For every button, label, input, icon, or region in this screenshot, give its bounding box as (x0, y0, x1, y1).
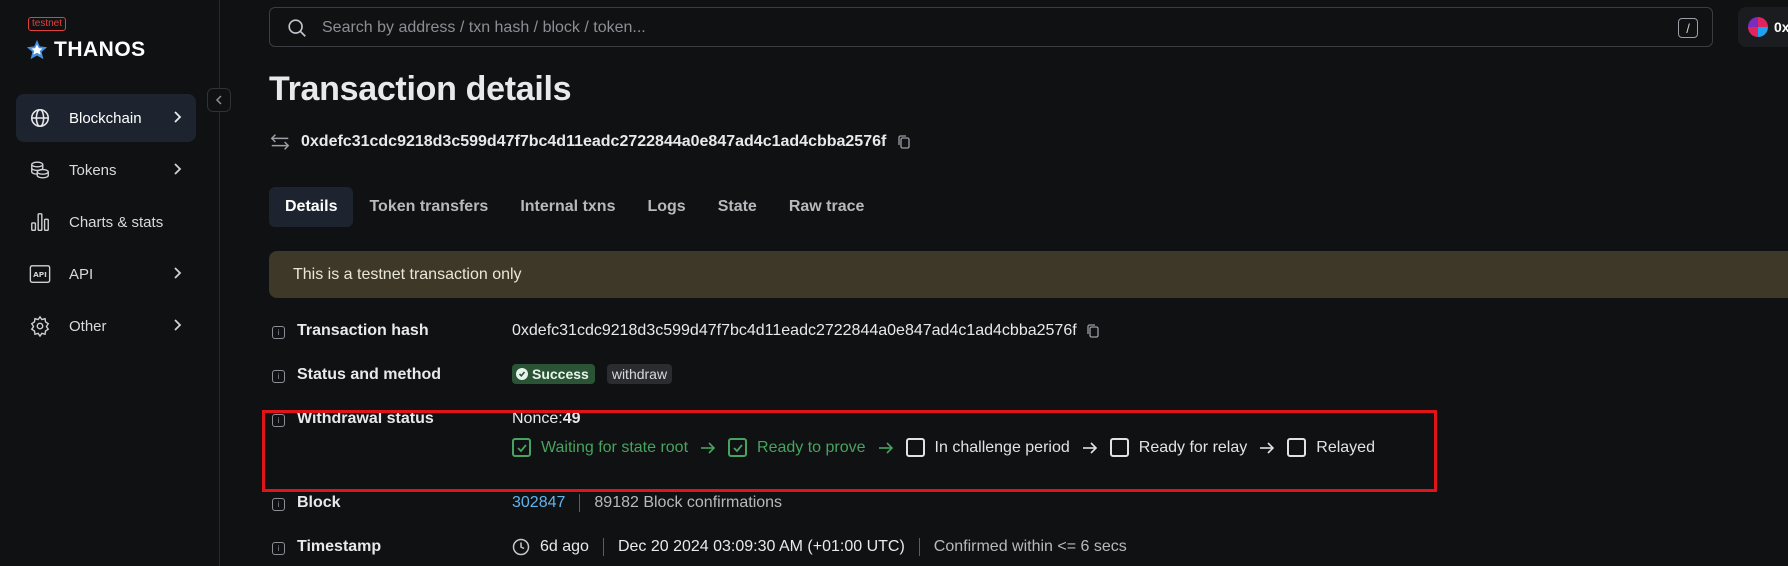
timestamp-relative: 6d ago (540, 538, 589, 555)
bar-chart-icon (28, 210, 52, 234)
search-bar[interactable]: Search by address / txn hash / block / t… (269, 7, 1713, 47)
chevron-right-icon (174, 111, 182, 123)
sidebar-collapse-button[interactable] (207, 88, 231, 112)
tab-logs[interactable]: Logs (631, 187, 701, 227)
info-icon[interactable]: i (272, 498, 285, 511)
account-button[interactable]: 0x (1738, 7, 1788, 47)
tab-internal-txns[interactable]: Internal txns (504, 187, 631, 227)
status-badge: Success (512, 364, 595, 384)
chevron-left-icon (215, 95, 222, 105)
info-icon[interactable]: i (272, 370, 285, 383)
globe-icon (28, 106, 52, 130)
tx-hash-header-text: 0xdefc31cdc9218d3c599d47f7bc4d11eadc2722… (301, 133, 887, 150)
sidebar-item-label: Blockchain (69, 109, 142, 127)
divider (602, 538, 604, 556)
transaction-hash-value: 0xdefc31cdc9218d3c599d47f7bc4d11eadc2722… (512, 322, 1077, 339)
row-label: Status and method (297, 366, 442, 383)
copy-icon[interactable] (1085, 323, 1101, 339)
account-address: 0x (1774, 19, 1788, 35)
account-avatar (1748, 17, 1768, 37)
tab-details[interactable]: Details (269, 187, 354, 227)
sidebar-item-other[interactable]: Other (16, 302, 196, 350)
info-icon[interactable]: i (272, 542, 285, 555)
page-title: Transaction details (269, 70, 572, 108)
sidebar-item-tokens[interactable]: Tokens (16, 146, 196, 194)
sidebar-item-api[interactable]: API API (16, 250, 196, 298)
swap-arrows-icon (270, 134, 290, 150)
testnet-alert: This is a testnet transaction only (269, 251, 1788, 298)
testnet-badge: testnet (28, 17, 67, 31)
sidebar-item-label: Tokens (69, 161, 117, 179)
confirmation-time: Confirmed within <= 6 secs (933, 538, 1127, 555)
timestamp-absolute: Dec 20 2024 03:09:30 AM (+01:00 UTC) (617, 538, 905, 555)
chevron-right-icon (174, 163, 182, 175)
app-root: testnet THANOS Blockchain Tokens Charts … (0, 0, 1788, 566)
row-label: Transaction hash (297, 322, 429, 339)
sidebar-item-label: Charts & stats (69, 213, 164, 231)
chevron-right-icon (174, 267, 182, 279)
sidebar-item-blockchain[interactable]: Blockchain (16, 94, 196, 142)
logo-text: THANOS (54, 38, 146, 61)
copy-icon[interactable] (896, 134, 912, 150)
logo[interactable]: THANOS (26, 38, 146, 62)
svg-text:API: API (33, 270, 47, 279)
tx-hash-header: 0xdefc31cdc9218d3c599d47f7bc4d11eadc2722… (269, 131, 912, 153)
chevron-right-icon (174, 319, 182, 331)
search-shortcut-key: / (1678, 18, 1698, 38)
status-text: Success (532, 366, 589, 382)
sidebar: testnet THANOS Blockchain Tokens Charts … (0, 0, 220, 566)
row-label: Block (297, 494, 341, 511)
tab-raw-trace[interactable]: Raw trace (773, 187, 881, 227)
divider (579, 494, 581, 512)
sidebar-item-charts-stats[interactable]: Charts & stats (16, 198, 196, 246)
tab-bar: Details Token transfers Internal txns Lo… (269, 187, 880, 227)
coins-icon (28, 158, 52, 182)
block-number-link[interactable]: 302847 (512, 494, 565, 512)
gear-icon (28, 314, 52, 338)
row-value: 302847 89182 Block confirmations (512, 494, 782, 512)
highlight-annotation (262, 410, 1437, 492)
divider (918, 538, 920, 556)
row-value: 0xdefc31cdc9218d3c599d47f7bc4d11eadc2722… (512, 322, 1101, 340)
row-label: Timestamp (297, 538, 382, 555)
sidebar-item-label: API (69, 265, 94, 283)
block-confirmations: 89182 Block confirmations (594, 494, 783, 511)
method-badge: withdraw (606, 364, 673, 384)
row-value: Success withdraw (512, 364, 673, 384)
sidebar-item-label: Other (69, 317, 107, 335)
check-circle-icon (516, 368, 528, 380)
clock-icon (512, 538, 530, 556)
search-input[interactable]: Search by address / txn hash / block / t… (322, 19, 646, 37)
row-value: 6d ago Dec 20 2024 03:09:30 AM (+01:00 U… (512, 538, 1127, 556)
thanos-logo-icon (26, 39, 48, 60)
tab-state[interactable]: State (702, 187, 773, 227)
api-icon: API (28, 262, 52, 286)
info-icon[interactable]: i (272, 326, 285, 339)
sidebar-nav: Blockchain Tokens Charts & stats API API… (16, 94, 196, 354)
tab-token-transfers[interactable]: Token transfers (353, 187, 504, 227)
search-icon (288, 19, 306, 37)
